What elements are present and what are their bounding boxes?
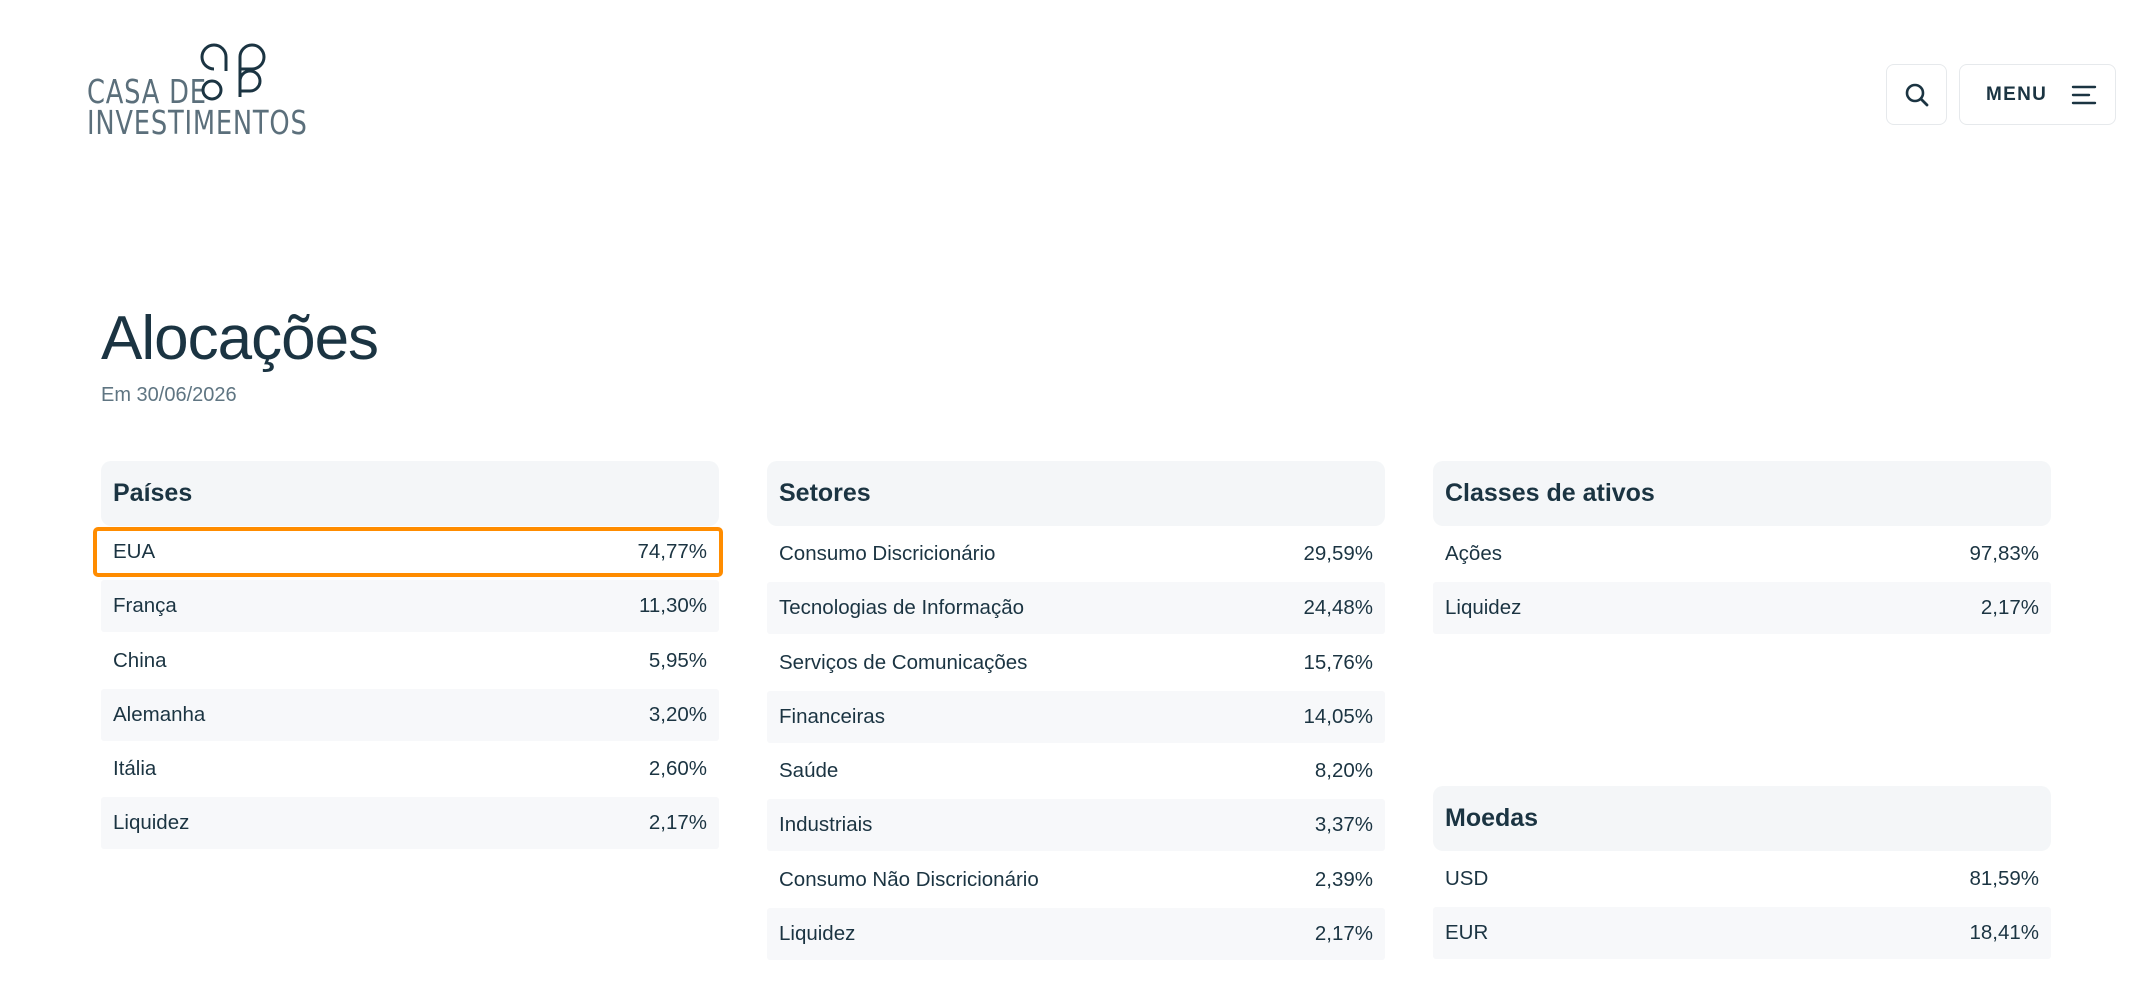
table-row: França 11,30%: [101, 580, 719, 633]
row-label: USD: [1445, 867, 1489, 890]
row-label: Financeiras: [779, 704, 885, 728]
table-row: USD 81,59%: [1433, 853, 2051, 905]
table-row: Consumo Discricionário 29,59%: [767, 528, 1385, 580]
row-label: Liquidez: [1445, 596, 1522, 620]
table-row: Alemanha 3,20%: [101, 688, 719, 741]
table-row: Consumo Não Discricionário 2,39%: [767, 854, 1385, 906]
row-label: EUR: [1445, 921, 1489, 945]
table-row: Financeiras 14,05%: [767, 690, 1385, 743]
menu-button[interactable]: MENU: [1959, 64, 2116, 125]
row-value: 8,20%: [1314, 759, 1373, 783]
row-label: Itália: [113, 757, 157, 781]
hamburger-icon: [2071, 85, 2097, 104]
row-label: Saúde: [779, 759, 839, 783]
row-value: 2,60%: [648, 757, 707, 781]
table-moedas: Moedas USD 81,59% EUR 18,41%: [1433, 786, 2051, 962]
row-label: Serviços de Comunicações: [779, 650, 1028, 674]
row-value: 2,17%: [1980, 596, 2039, 620]
table-row: Saúde 8,20%: [767, 745, 1385, 797]
table-row: Liquidez 2,17%: [767, 908, 1385, 961]
row-label: Consumo Não Discricionário: [779, 867, 1039, 891]
logo-line-2: INVESTIMENTOS: [87, 103, 308, 142]
row-label: Consumo Discricionário: [779, 542, 996, 565]
row-value: 15,76%: [1303, 650, 1373, 674]
table-row: Tecnologias de Informação 24,48%: [767, 582, 1385, 635]
row-label: Liquidez: [113, 811, 190, 835]
row-value: 74,77%: [637, 540, 707, 563]
table-header-setores: Setores: [767, 461, 1385, 526]
table-classes-de-ativos: Classes de ativos Ações 97,83% Liquidez …: [1433, 461, 2051, 637]
menu-label: MENU: [1986, 83, 2048, 105]
row-label: EUA: [113, 540, 156, 563]
row-label: China: [113, 648, 167, 672]
table-row: China 5,95%: [101, 635, 719, 687]
row-value: 14,05%: [1303, 704, 1373, 728]
row-value: 29,59%: [1303, 542, 1373, 565]
table-header-paises: Países: [101, 461, 719, 526]
table-row: EUR 18,41%: [1433, 907, 2051, 960]
row-value: 11,30%: [638, 594, 707, 618]
row-value: 18,41%: [1969, 921, 2039, 945]
row-label: Ações: [1445, 542, 1502, 565]
row-label: Alemanha: [113, 702, 206, 726]
table-row: Industriais 3,37%: [767, 799, 1385, 852]
search-icon: [1905, 83, 1928, 106]
table-paises: Países EUA 74,77% França 11,30% China 5,…: [93, 461, 723, 852]
row-value: 3,20%: [648, 702, 707, 726]
search-button[interactable]: [1886, 64, 1947, 125]
row-value: 3,37%: [1314, 813, 1373, 837]
row-label: Tecnologias de Informação: [779, 596, 1025, 620]
row-value: 2,17%: [648, 811, 707, 835]
table-header-moedas: Moedas: [1433, 786, 2051, 851]
row-value: 2,39%: [1314, 867, 1373, 891]
row-value: 81,59%: [1969, 867, 2039, 890]
table-row-eua[interactable]: EUA 74,77%: [93, 527, 723, 577]
table-row: Liquidez 2,17%: [101, 797, 719, 850]
table-row: Serviços de Comunicações 15,76%: [767, 637, 1385, 689]
row-value: 2,17%: [1314, 922, 1373, 946]
table-header-classes: Classes de ativos: [1433, 461, 2051, 526]
table-setores: Setores Consumo Discricionário 29,59% Te…: [767, 461, 1385, 962]
table-row: Itália 2,60%: [101, 743, 719, 795]
table-row: Liquidez 2,17%: [1433, 582, 2051, 635]
row-value: 5,95%: [648, 648, 707, 672]
page-date: Em 30/06/2026: [101, 384, 237, 406]
table-row: Ações 97,83%: [1433, 528, 2051, 580]
row-label: Liquidez: [779, 922, 856, 946]
row-label: França: [113, 594, 177, 618]
row-value: 97,83%: [1969, 542, 2039, 565]
row-label: Industriais: [779, 813, 873, 837]
page-title: Alocações: [101, 304, 379, 373]
logo-mark-icon: [200, 43, 266, 101]
row-value: 24,48%: [1303, 596, 1373, 620]
